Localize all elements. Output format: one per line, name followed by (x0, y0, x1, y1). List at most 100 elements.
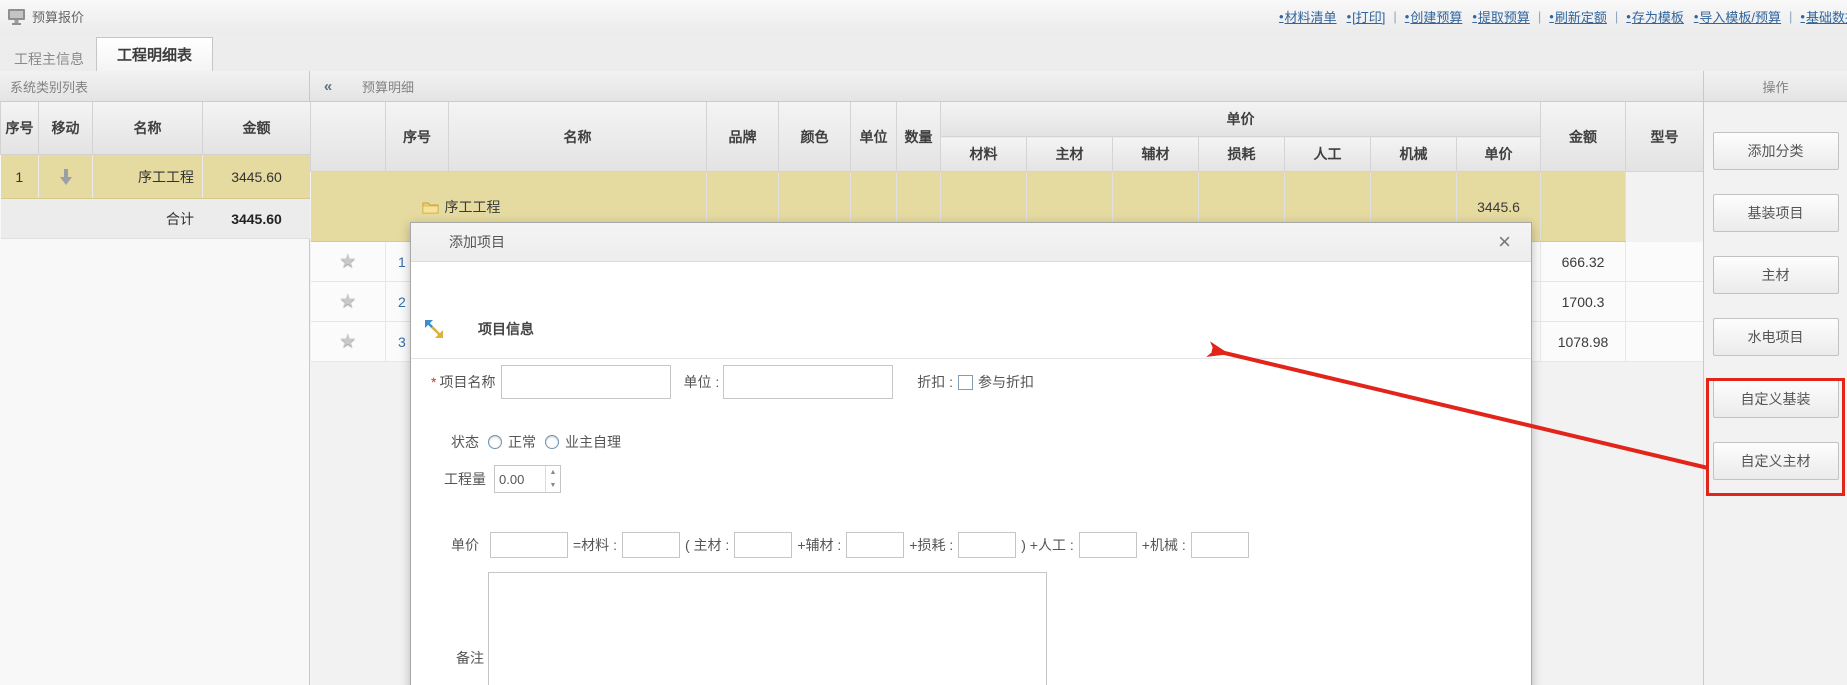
link-separator: | (1393, 9, 1396, 24)
dialog-body: 项目信息 * 项目名称 单位 : 折扣 : 参与折扣 状态 正常 业主自理 (411, 262, 1531, 685)
col-main-material: 主材 (1027, 137, 1113, 172)
machine-input[interactable] (1191, 532, 1249, 558)
col-move: 移动 (39, 102, 93, 155)
star-icon[interactable]: ★ (339, 291, 356, 312)
discount-label: 折扣 : (917, 372, 953, 392)
main-material-input[interactable] (734, 532, 792, 558)
star-icon[interactable]: ★ (339, 331, 356, 352)
project-name-input[interactable] (501, 365, 671, 399)
link-base-data[interactable]: •基础数据 (1800, 7, 1847, 26)
unit-input[interactable] (723, 365, 893, 399)
link-label: [打印] (1352, 7, 1385, 26)
star-icon[interactable]: ★ (339, 251, 356, 272)
col-loss: 损耗 (1199, 137, 1285, 172)
spinner-down-icon[interactable]: ▼ (546, 479, 560, 492)
link-extract-budget[interactable]: •提取预算 (1472, 7, 1530, 26)
labor-input[interactable] (1079, 532, 1137, 558)
operations-panel: 操作 添加分类 基装项目 主材 水电项目 自定义基装 自定义主材 (1703, 71, 1847, 685)
link-label: 刷新定额 (1555, 7, 1607, 26)
app-header: 预算报价 •材料清单 •[打印] | •创建预算 •提取预算 | •刷新定额 |… (0, 0, 1847, 34)
app-title-text: 预算报价 (32, 7, 84, 26)
project-info-icon (423, 318, 445, 340)
col-material: 材料 (941, 137, 1027, 172)
empty-cell (1626, 322, 1704, 362)
bullet: • (1626, 9, 1631, 24)
section-title: 项目信息 (478, 319, 534, 339)
discount-checkbox[interactable] (958, 375, 973, 390)
loss-input[interactable] (958, 532, 1016, 558)
operations-title: 操作 (1762, 77, 1788, 96)
formula-machine-label: +机械 : (1142, 535, 1186, 555)
status-normal-label: 正常 (508, 432, 536, 452)
formula-loss-label: +损耗 : (909, 535, 953, 555)
plumbing-electric-item-button[interactable]: 水电项目 (1713, 318, 1839, 356)
category-table-header: 序号 移动 名称 金额 (1, 102, 311, 155)
move-down-icon[interactable] (40, 169, 91, 185)
tab-project-detail[interactable]: 工程明细表 (96, 37, 213, 71)
tab-project-main-info[interactable]: 工程主信息 (14, 49, 84, 69)
remark-label: 备注 (456, 648, 484, 668)
col-name: 名称 (449, 102, 707, 172)
status-label: 状态 (451, 432, 479, 452)
link-label: 存为模板 (1632, 7, 1684, 26)
quantity-row: 工程量 ▲ ▼ (444, 465, 561, 493)
link-save-as-template[interactable]: •存为模板 (1626, 7, 1684, 26)
status-owner-radio[interactable] (545, 435, 559, 449)
category-row-selected[interactable]: 1 序工工程 3445.60 (1, 155, 311, 199)
quantity-input[interactable] (495, 466, 545, 492)
toolbar-links: •材料清单 •[打印] | •创建预算 •提取预算 | •刷新定额 | •存为模… (1274, 0, 1847, 33)
tab-label: 工程明细表 (117, 44, 192, 65)
link-separator: | (1789, 9, 1792, 24)
col-model: 型号 (1626, 102, 1704, 172)
unit-label: 单位 : (683, 372, 719, 392)
remark-textarea[interactable] (488, 572, 1047, 685)
link-separator: | (1538, 9, 1541, 24)
link-create-budget[interactable]: •创建预算 (1405, 7, 1463, 26)
required-mark: * (431, 374, 436, 390)
discount-checkbox-label: 参与折扣 (978, 372, 1034, 392)
col-name: 名称 (93, 102, 203, 155)
item-amount: 1700.3 (1541, 282, 1626, 322)
link-material-list[interactable]: •材料清单 (1279, 7, 1337, 26)
custom-base-decoration-button[interactable]: 自定义基装 (1713, 380, 1839, 418)
spinner-up-icon[interactable]: ▲ (546, 466, 560, 479)
total-row: 合计 3445.60 (1, 199, 311, 239)
col-seq: 序号 (1, 102, 39, 155)
link-label: 导入模板/预算 (1699, 7, 1781, 26)
empty-cell (1626, 282, 1704, 322)
status-normal-radio[interactable] (488, 435, 502, 449)
folder-icon (422, 200, 439, 214)
category-table: 序号 移动 名称 金额 1 序工工程 3445.60 (0, 102, 311, 239)
link-separator: | (1615, 9, 1618, 24)
total-amount: 3445.60 (203, 199, 311, 239)
link-refresh-quota[interactable]: •刷新定额 (1549, 7, 1607, 26)
custom-main-material-button[interactable]: 自定义主材 (1713, 442, 1839, 480)
item-amount: 1078.98 (1541, 322, 1626, 362)
main-material-button[interactable]: 主材 (1713, 256, 1839, 294)
category-sidebar-title: 系统类别列表 (10, 77, 88, 96)
app-window: 预算报价 •材料清单 •[打印] | •创建预算 •提取预算 | •刷新定额 |… (0, 0, 1847, 685)
link-label: 提取预算 (1478, 7, 1530, 26)
aux-material-input[interactable] (846, 532, 904, 558)
item-amount: 666.32 (1541, 242, 1626, 282)
tab-strip: 工程主信息 工程明细表 (0, 33, 1847, 72)
material-input[interactable] (622, 532, 680, 558)
col-color: 颜色 (779, 102, 851, 172)
col-brand: 品牌 (707, 102, 779, 172)
add-category-button[interactable]: 添加分类 (1713, 132, 1839, 170)
link-print[interactable]: •[打印] (1347, 7, 1386, 26)
category-amount: 3445.60 (203, 155, 311, 199)
formula-aux-material-label: +辅材 : (797, 535, 841, 555)
col-machine: 机械 (1371, 137, 1457, 172)
base-decoration-item-button[interactable]: 基装项目 (1713, 194, 1839, 232)
collapse-sidebar-button[interactable]: « (318, 76, 338, 96)
total-label: 合计 (93, 199, 203, 239)
project-info-section-header: 项目信息 (423, 318, 534, 340)
unit-price-input[interactable] (490, 532, 568, 558)
col-aux-material: 辅材 (1113, 137, 1199, 172)
quantity-stepper: ▲ ▼ (494, 465, 561, 493)
close-icon[interactable]: × (1498, 232, 1511, 252)
dialog-header: 添加项目 × (411, 223, 1531, 262)
operations-header: 操作 (1704, 71, 1847, 102)
link-import-template[interactable]: •导入模板/预算 (1694, 7, 1781, 26)
